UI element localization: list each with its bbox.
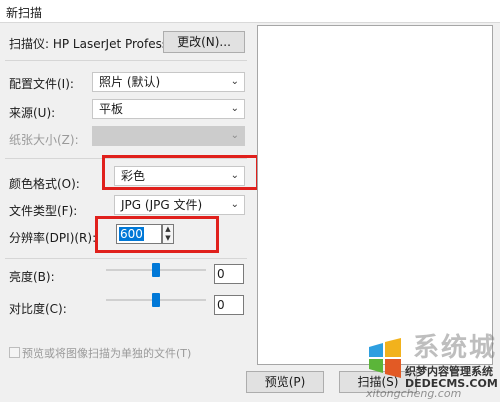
color-format-label: 颜色格式(O): [9, 177, 80, 191]
watermark-brand: 系统城 [413, 333, 498, 363]
contrast-value: 0 [217, 298, 225, 312]
contrast-label: 对比度(C): [9, 302, 67, 316]
source-value: 平板 [99, 102, 124, 116]
source-dropdown[interactable]: 平板 ⌄ [92, 99, 245, 119]
resolution-label: 分辨率(DPI)(R): [9, 231, 97, 245]
preview-area [257, 25, 493, 365]
profile-label: 配置文件(I): [9, 77, 74, 91]
profile-dropdown[interactable]: 照片 (默认) ⌄ [92, 72, 245, 92]
chevron-down-icon: ⌄ [230, 199, 239, 210]
chevron-down-icon: ⌄ [230, 103, 239, 114]
contrast-slider-thumb[interactable] [152, 293, 160, 307]
window-title: 新扫描 [6, 6, 43, 20]
source-label: 来源(U): [9, 106, 56, 120]
change-scanner-button[interactable]: 更改(N)... [163, 31, 245, 53]
windows-logo-icon [369, 338, 401, 378]
highlight-box-color-format [102, 155, 259, 190]
file-type-dropdown[interactable]: JPG (JPG 文件) ⌄ [114, 195, 245, 215]
chevron-down-icon: ⌄ [230, 76, 239, 87]
paper-size-dropdown: ⌄ [92, 126, 245, 146]
new-scan-window: 新扫描 扫描仪: HP LaserJet Professional M... 更… [0, 0, 500, 402]
file-type-label: 文件类型(F): [9, 204, 78, 218]
paper-size-label: 纸张大小(Z): [9, 133, 79, 147]
separator [5, 258, 247, 259]
file-type-value: JPG (JPG 文件) [121, 198, 203, 212]
brightness-input[interactable]: 0 [214, 264, 244, 284]
brightness-slider-thumb[interactable] [152, 263, 160, 277]
contrast-input[interactable]: 0 [214, 295, 244, 315]
brightness-label: 亮度(B): [9, 270, 55, 284]
separator [5, 60, 247, 61]
brightness-value: 0 [217, 267, 225, 281]
watermark-site: xitongcheng.com [366, 387, 462, 400]
highlight-box-resolution [95, 216, 219, 253]
separate-files-label: 预览或将图像扫描为单独的文件(T) [22, 347, 192, 360]
separate-files-checkbox[interactable] [9, 347, 20, 358]
title-bar[interactable]: 新扫描 [0, 0, 500, 23]
chevron-down-icon: ⌄ [230, 130, 239, 141]
preview-button[interactable]: 预览(P) [246, 371, 324, 393]
profile-value: 照片 (默认) [99, 75, 161, 89]
